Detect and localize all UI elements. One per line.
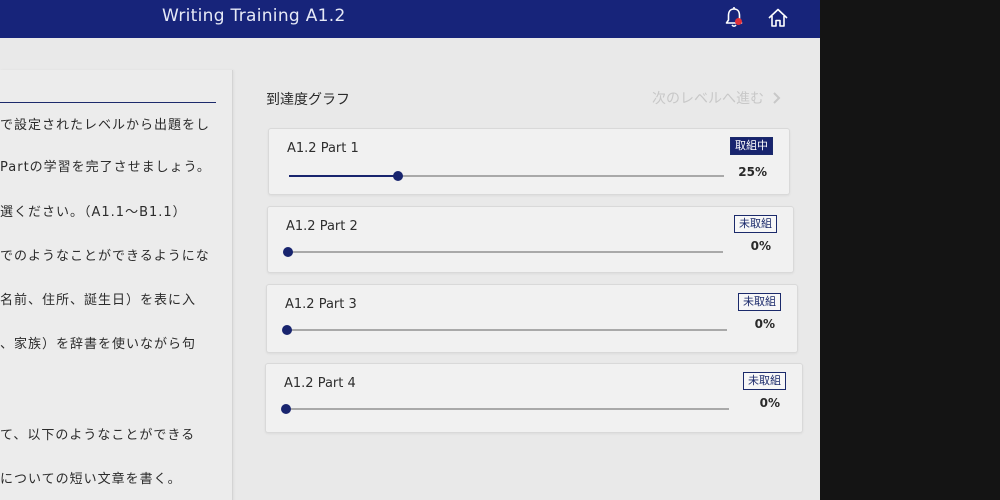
next-level-link[interactable]: 次のレベルへ進む bbox=[652, 88, 783, 108]
part-card-1[interactable]: A1.2 Part 1 取組中 25% bbox=[268, 128, 790, 195]
percent-label: 0% bbox=[750, 239, 771, 253]
percent-label: 25% bbox=[738, 165, 767, 179]
slider-thumb[interactable] bbox=[283, 247, 293, 257]
part-title: A1.2 Part 2 bbox=[286, 219, 358, 234]
section-title: 到達度グラフ bbox=[266, 92, 350, 108]
progress-slider[interactable] bbox=[281, 404, 729, 414]
progress-slider[interactable] bbox=[283, 247, 723, 257]
app-title: Writing Training A1.2 bbox=[162, 6, 346, 26]
progress-fill bbox=[289, 175, 398, 177]
status-badge: 未取組 bbox=[734, 215, 777, 233]
tablet-screen: Writing Training A1.2 で設定されたレベルから出題をし Pa… bbox=[0, 0, 820, 500]
status-badge: 未取組 bbox=[743, 372, 786, 390]
status-badge: 未取組 bbox=[738, 293, 781, 311]
description-line: 名前、住所、誕生日）を表に入 bbox=[0, 293, 197, 308]
next-level-label: 次のレベルへ進む bbox=[652, 91, 764, 107]
description-line: で設定されたレベルから出題をし bbox=[0, 118, 211, 133]
description-line: 、家族）を辞書を使いながら句 bbox=[0, 337, 197, 352]
part-card-2[interactable]: A1.2 Part 2 未取組 0% bbox=[267, 206, 794, 273]
slider-thumb[interactable] bbox=[282, 325, 292, 335]
description-line: Partの学習を完了させましょう。 bbox=[0, 160, 211, 175]
slider-thumb[interactable] bbox=[392, 171, 403, 181]
home-icon[interactable] bbox=[764, 4, 792, 32]
slider-thumb[interactable] bbox=[281, 404, 291, 414]
percent-label: 0% bbox=[759, 396, 780, 410]
part-title: A1.2 Part 4 bbox=[284, 376, 356, 391]
percent-label: 0% bbox=[754, 317, 775, 331]
app-header: Writing Training A1.2 bbox=[0, 0, 820, 38]
description-line: て、以下のようなことができる bbox=[0, 428, 196, 443]
chevron-right-icon bbox=[768, 91, 783, 107]
notification-badge bbox=[735, 18, 742, 25]
bell-icon[interactable] bbox=[720, 4, 748, 32]
part-title: A1.2 Part 3 bbox=[285, 297, 357, 312]
part-card-4[interactable]: A1.2 Part 4 未取組 0% bbox=[265, 363, 803, 433]
part-title: A1.2 Part 1 bbox=[287, 141, 359, 156]
progress-section: 到達度グラフ 次のレベルへ進む A1.2 Part 1 取組中 25% A1.2… bbox=[232, 38, 820, 500]
divider bbox=[0, 102, 216, 103]
progress-slider[interactable] bbox=[289, 171, 724, 181]
description-line: でのようなことができるようにな bbox=[0, 249, 210, 264]
description-line: についての短い文章を書く。 bbox=[0, 472, 182, 487]
part-card-3[interactable]: A1.2 Part 3 未取組 0% bbox=[266, 284, 798, 353]
description-line: 選ください。（A1.1～B1.1） bbox=[0, 205, 187, 220]
status-badge: 取組中 bbox=[730, 137, 773, 155]
description-panel: で設定されたレベルから出題をし Partの学習を完了させましょう。 選ください。… bbox=[0, 70, 233, 500]
progress-slider[interactable] bbox=[282, 325, 727, 335]
